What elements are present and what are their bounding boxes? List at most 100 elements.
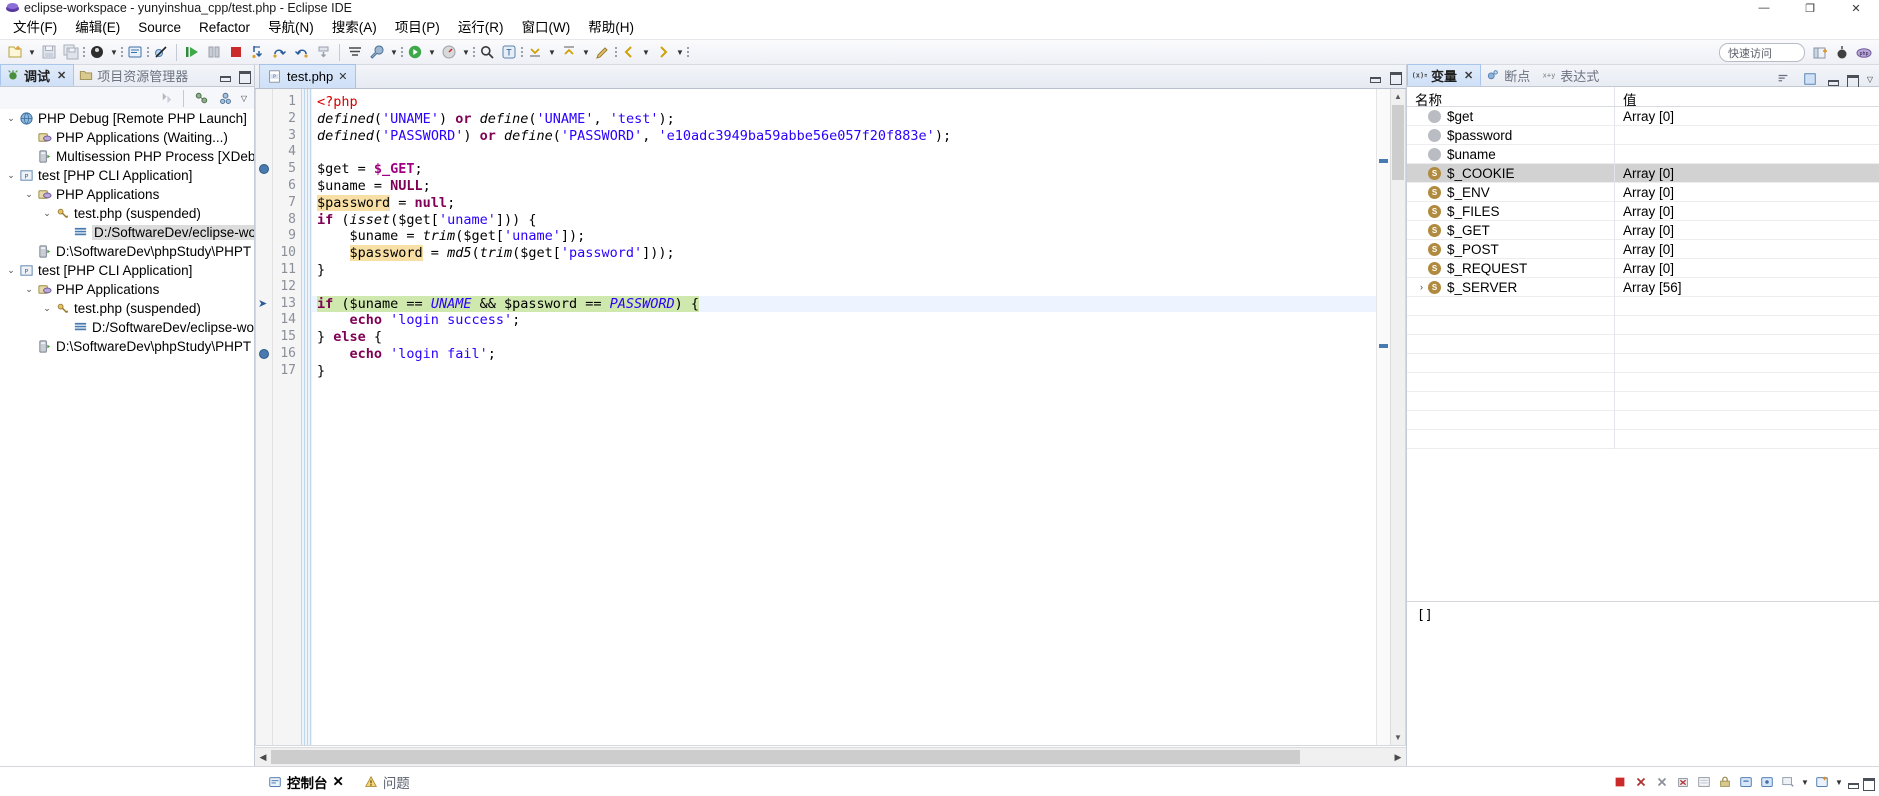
back-dropdown-icon[interactable]: ▼ bbox=[640, 41, 652, 63]
save-all-icon[interactable] bbox=[60, 41, 82, 63]
toolbar-handle-8[interactable] bbox=[686, 41, 690, 63]
drop-to-frame-icon[interactable] bbox=[313, 41, 335, 63]
variable-value[interactable]: Array [0] bbox=[1615, 109, 1879, 124]
variable-name-cell[interactable]: S $_REQUEST bbox=[1407, 258, 1615, 278]
variables-table[interactable]: 名称 值 $get Array [0] $password $uname S $_COOK… bbox=[1407, 87, 1879, 766]
tab-console-close-icon[interactable]: ✕ bbox=[333, 774, 344, 790]
console-dropdown-icon[interactable]: ▼ bbox=[1799, 771, 1811, 793]
profile-icon[interactable] bbox=[438, 41, 460, 63]
code-line[interactable] bbox=[312, 144, 1376, 161]
variable-name-cell[interactable]: S $_COOKIE bbox=[1407, 163, 1615, 183]
external-tools-icon[interactable] bbox=[366, 41, 388, 63]
remove-all-terminated-icon[interactable] bbox=[1673, 772, 1693, 792]
menu-item-search[interactable]: 搜索(A) bbox=[323, 17, 386, 38]
debug-maximize-icon[interactable] bbox=[237, 68, 251, 84]
terminate-all-icon[interactable] bbox=[1631, 772, 1651, 792]
clear-console-icon[interactable] bbox=[1694, 772, 1714, 792]
resume-icon[interactable] bbox=[181, 41, 203, 63]
code-line[interactable]: $password = md5(trim($get['password'])); bbox=[312, 245, 1376, 262]
open-console-dropdown-icon[interactable]: ▼ bbox=[1833, 771, 1845, 793]
tab-variables-close-icon[interactable]: ✕ bbox=[1464, 69, 1473, 82]
debug-tree-node[interactable]: D:/SoftwareDev/eclipse-wo bbox=[0, 318, 254, 337]
external-tools-dropdown-icon[interactable]: ▼ bbox=[388, 41, 400, 63]
skip-breakpoints-icon[interactable] bbox=[150, 41, 172, 63]
menu-item-window[interactable]: 窗口(W) bbox=[513, 17, 580, 38]
code-line[interactable]: } bbox=[312, 363, 1376, 380]
tree-expand-icon[interactable]: ⌄ bbox=[4, 109, 18, 128]
pin-console-icon[interactable] bbox=[1757, 772, 1777, 792]
debug-tree-node[interactable]: D:\SoftwareDev\phpStudy\PHPT bbox=[0, 337, 254, 356]
debug-tree-node[interactable]: ⌄ PHP Debug [Remote PHP Launch] bbox=[0, 109, 254, 128]
variable-detail-pane[interactable]: [] bbox=[1407, 601, 1879, 766]
code-line[interactable]: } bbox=[312, 262, 1376, 279]
profile-dropdown-icon[interactable]: ▼ bbox=[460, 41, 472, 63]
variable-value[interactable]: Array [0] bbox=[1615, 204, 1879, 219]
menu-item-file[interactable]: 文件(F) bbox=[4, 17, 66, 38]
menu-item-project[interactable]: 项目(P) bbox=[386, 17, 449, 38]
terminate-icon[interactable] bbox=[225, 41, 247, 63]
debug-tree-node[interactable]: PHP Applications (Waiting...) bbox=[0, 128, 254, 147]
editor-horizontal-scrollbar[interactable]: ◀ ▶ bbox=[255, 747, 1406, 766]
save-icon[interactable] bbox=[38, 41, 60, 63]
forward-icon[interactable] bbox=[652, 41, 674, 63]
step-over-icon[interactable] bbox=[269, 41, 291, 63]
console-maximize-icon[interactable] bbox=[1861, 775, 1875, 791]
overview-mark[interactable] bbox=[1379, 344, 1388, 348]
variables-rows[interactable]: $get Array [0] $password $uname S $_COOKIE Arr… bbox=[1407, 106, 1879, 449]
editor-hscroll-track[interactable] bbox=[271, 748, 1390, 766]
relaunch-icon[interactable] bbox=[155, 87, 177, 109]
menu-item-edit[interactable]: 编辑(E) bbox=[66, 17, 129, 38]
overview-ruler[interactable] bbox=[1376, 89, 1390, 745]
display-selected-console-icon[interactable] bbox=[1778, 772, 1798, 792]
folding-ruler[interactable] bbox=[301, 89, 312, 745]
variable-row[interactable]: $get Array [0] bbox=[1407, 106, 1879, 126]
debug-tree-node[interactable]: ⌄ PHP Applications bbox=[0, 280, 254, 299]
variable-value[interactable]: Array [56] bbox=[1615, 280, 1879, 295]
variable-row[interactable]: › S $_SERVER Array [56] bbox=[1407, 277, 1879, 297]
code-line[interactable]: $uname = trim($get['uname']); bbox=[312, 228, 1376, 245]
menu-item-navigate[interactable]: 导航(N) bbox=[259, 17, 323, 38]
variable-name-cell[interactable]: S $_ENV bbox=[1407, 182, 1615, 202]
tab-test-php-close-icon[interactable]: ✕ bbox=[338, 70, 347, 83]
breakpoint-marker[interactable] bbox=[259, 349, 269, 359]
column-header-value[interactable]: 值 bbox=[1615, 87, 1879, 108]
editor-minimize-icon[interactable] bbox=[1368, 69, 1382, 83]
editor-vertical-scrollbar[interactable]: ▲ ▼ bbox=[1390, 89, 1405, 745]
scroll-up-icon[interactable]: ▲ bbox=[1391, 89, 1405, 104]
debug-tree[interactable]: ⌄ PHP Debug [Remote PHP Launch] PHP Applic… bbox=[0, 109, 254, 766]
code-line[interactable]: <?php bbox=[312, 94, 1376, 111]
debug-tree-node[interactable]: ⌄ test.php (suspended) bbox=[0, 204, 254, 223]
last-edit-location-icon[interactable] bbox=[592, 41, 614, 63]
tab-problems[interactable]: 问题 bbox=[354, 771, 420, 793]
debug-tree-node[interactable]: D:/SoftwareDev/eclipse-wo bbox=[0, 223, 254, 242]
previous-annotation-icon[interactable] bbox=[558, 41, 580, 63]
next-annotation-dropdown-icon[interactable]: ▼ bbox=[546, 41, 558, 63]
menu-item-run[interactable]: 运行(R) bbox=[449, 17, 513, 38]
menu-item-refactor[interactable]: Refactor bbox=[190, 17, 259, 38]
code-text[interactable]: <?php defined('UNAME') or define('UNAME',… bbox=[312, 89, 1376, 745]
quick-access-input[interactable]: 快速访问 bbox=[1719, 43, 1805, 62]
code-line[interactable] bbox=[312, 279, 1376, 296]
suspend-icon[interactable] bbox=[203, 41, 225, 63]
tree-expand-icon[interactable]: ⌄ bbox=[40, 299, 54, 318]
debug-perspective-icon[interactable] bbox=[1831, 42, 1853, 64]
step-return-icon[interactable] bbox=[291, 41, 313, 63]
step-into-icon[interactable] bbox=[247, 41, 269, 63]
menu-item-help[interactable]: 帮助(H) bbox=[579, 17, 643, 38]
open-console-icon[interactable] bbox=[124, 41, 146, 63]
code-line[interactable]: echo 'login success'; bbox=[312, 312, 1376, 329]
column-header-name[interactable]: 名称 bbox=[1407, 87, 1615, 108]
tab-variables[interactable]: (x)= 变量 ✕ bbox=[1407, 64, 1482, 86]
variable-name-cell[interactable]: $password bbox=[1407, 125, 1615, 145]
tab-project-explorer[interactable]: 项目资源管理器 bbox=[74, 64, 195, 86]
tab-debug-close-icon[interactable]: ✕ bbox=[57, 69, 66, 82]
source-editor[interactable]: ➤ 1 2 3 4 5 6 7 8 9 10 11 12 13 14 15 16 17 <?php defined… bbox=[255, 89, 1406, 746]
menu-item-source[interactable]: Source bbox=[129, 17, 190, 38]
debug-tree-node[interactable]: ⌄ Ptest [PHP CLI Application] bbox=[0, 261, 254, 280]
debug-tree-node[interactable]: ⌄ Ptest [PHP CLI Application] bbox=[0, 166, 254, 185]
debug-view-menu-icon[interactable]: ▽ bbox=[238, 87, 250, 109]
scroll-right-icon[interactable]: ▶ bbox=[1390, 748, 1406, 766]
use-step-filters-icon[interactable] bbox=[344, 41, 366, 63]
search-icon[interactable] bbox=[476, 41, 498, 63]
open-console-icon[interactable] bbox=[1812, 772, 1832, 792]
